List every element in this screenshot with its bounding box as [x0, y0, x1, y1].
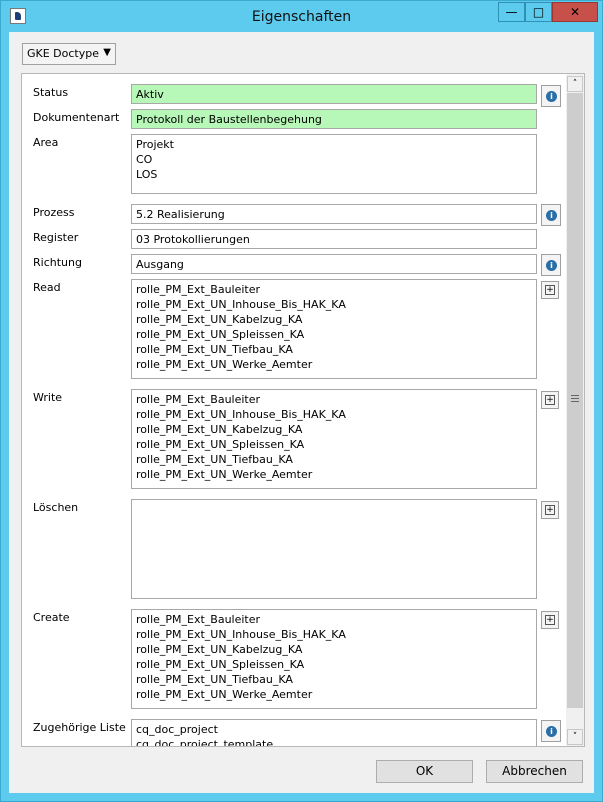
status-label: Status: [33, 86, 69, 99]
list-item[interactable]: rolle_PM_Ext_UN_Tiefbau_KA: [136, 672, 532, 687]
area-list[interactable]: Projekt CO LOS: [131, 134, 537, 194]
info-icon: i: [546, 91, 557, 102]
chevron-down-icon: ▼: [103, 47, 111, 58]
dokumentenart-label: Dokumentenart: [33, 111, 120, 124]
maximize-button[interactable]: □: [525, 2, 552, 22]
loeschen-label: Löschen: [33, 501, 79, 514]
title-bar[interactable]: Eigenschaften — □ ✕: [1, 1, 602, 31]
scroll-down-icon[interactable]: ˅: [567, 729, 583, 745]
list-item[interactable]: rolle_PM_Ext_UN_Tiefbau_KA: [136, 452, 532, 467]
list-item[interactable]: rolle_PM_Ext_UN_Kabelzug_KA: [136, 312, 532, 327]
richtung-field[interactable]: Ausgang: [131, 254, 537, 274]
list-item[interactable]: rolle_PM_Ext_UN_Kabelzug_KA: [136, 642, 532, 657]
minimize-button[interactable]: —: [498, 2, 525, 22]
plus-box-icon: +: [545, 285, 555, 295]
vertical-scrollbar[interactable]: ˄ ˅: [566, 74, 584, 746]
list-item[interactable]: rolle_PM_Ext_UN_Tiefbau_KA: [136, 342, 532, 357]
list-item[interactable]: rolle_PM_Ext_UN_Inhouse_Bis_HAK_KA: [136, 297, 532, 312]
list-item[interactable]: rolle_PM_Ext_UN_Spleissen_KA: [136, 437, 532, 452]
read-label: Read: [33, 281, 61, 294]
dialog-body: GKE Doctype ▼ Status Aktiv i Dokumentena…: [9, 32, 594, 793]
loeschen-list[interactable]: [131, 499, 537, 599]
write-list[interactable]: rolle_PM_Ext_Bauleiter rolle_PM_Ext_UN_I…: [131, 389, 537, 489]
prozess-value: 5.2 Realisierung: [136, 208, 225, 221]
dokumentenart-field[interactable]: Protokoll der Baustellenbegehung: [131, 109, 537, 129]
list-item[interactable]: rolle_PM_Ext_UN_Inhouse_Bis_HAK_KA: [136, 407, 532, 422]
area-label: Area: [33, 136, 59, 149]
list-item[interactable]: LOS: [136, 167, 532, 182]
list-item[interactable]: rolle_PM_Ext_UN_Werke_Aemter: [136, 687, 532, 702]
ok-button[interactable]: OK: [376, 760, 473, 783]
doctype-select[interactable]: GKE Doctype ▼: [22, 43, 116, 65]
list-item[interactable]: Projekt: [136, 137, 532, 152]
scroll-up-icon[interactable]: ˄: [567, 76, 583, 92]
richtung-info-button[interactable]: i: [541, 254, 561, 276]
register-label: Register: [33, 231, 79, 244]
list-item[interactable]: rolle_PM_Ext_Bauleiter: [136, 612, 532, 627]
prozess-label: Prozess: [33, 206, 75, 219]
write-add-button[interactable]: +: [541, 391, 559, 409]
zugehoerige-liste-info-button[interactable]: i: [541, 720, 561, 742]
create-add-button[interactable]: +: [541, 611, 559, 629]
write-label: Write: [33, 391, 63, 404]
list-item[interactable]: cq_doc_project_template: [136, 737, 532, 746]
list-item[interactable]: CO: [136, 152, 532, 167]
close-button[interactable]: ✕: [552, 2, 598, 22]
properties-window: Eigenschaften — □ ✕ GKE Doctype ▼ Status…: [0, 0, 603, 802]
info-icon: i: [546, 210, 557, 221]
list-item[interactable]: rolle_PM_Ext_UN_Spleissen_KA: [136, 657, 532, 672]
status-value: Aktiv: [136, 88, 164, 101]
plus-box-icon: +: [545, 395, 555, 405]
plus-box-icon: +: [545, 505, 555, 515]
richtung-label: Richtung: [33, 256, 82, 269]
status-field[interactable]: Aktiv: [131, 84, 537, 104]
list-item[interactable]: rolle_PM_Ext_UN_Werke_Aemter: [136, 467, 532, 482]
list-item[interactable]: rolle_PM_Ext_Bauleiter: [136, 282, 532, 297]
info-icon: i: [546, 726, 557, 737]
info-icon: i: [546, 260, 557, 271]
scrollbar-thumb[interactable]: [567, 93, 583, 708]
register-value: 03 Protokollierungen: [136, 233, 250, 246]
list-item[interactable]: rolle_PM_Ext_UN_Inhouse_Bis_HAK_KA: [136, 627, 532, 642]
zugehoerige-liste-list[interactable]: cq_doc_project cq_doc_project_template: [131, 719, 537, 746]
properties-panel: Status Aktiv i Dokumentenart Protokoll d…: [21, 73, 585, 747]
create-label: Create: [33, 611, 70, 624]
list-item[interactable]: cq_doc_project: [136, 722, 532, 737]
doctype-select-value: GKE Doctype: [27, 47, 100, 60]
dokumentenart-value: Protokoll der Baustellenbegehung: [136, 113, 322, 126]
create-list[interactable]: rolle_PM_Ext_Bauleiter rolle_PM_Ext_UN_I…: [131, 609, 537, 709]
status-info-button[interactable]: i: [541, 85, 561, 107]
prozess-info-button[interactable]: i: [541, 204, 561, 226]
register-field[interactable]: 03 Protokollierungen: [131, 229, 537, 249]
zugehoerige-liste-label: Zugehörige Liste: [33, 721, 126, 734]
read-list[interactable]: rolle_PM_Ext_Bauleiter rolle_PM_Ext_UN_I…: [131, 279, 537, 379]
plus-box-icon: +: [545, 615, 555, 625]
read-add-button[interactable]: +: [541, 281, 559, 299]
list-item[interactable]: rolle_PM_Ext_UN_Kabelzug_KA: [136, 422, 532, 437]
prozess-field[interactable]: 5.2 Realisierung: [131, 204, 537, 224]
list-item[interactable]: rolle_PM_Ext_UN_Werke_Aemter: [136, 357, 532, 372]
cancel-button[interactable]: Abbrechen: [486, 760, 583, 783]
grip-icon: [571, 395, 579, 402]
list-item[interactable]: rolle_PM_Ext_Bauleiter: [136, 392, 532, 407]
loeschen-add-button[interactable]: +: [541, 501, 559, 519]
richtung-value: Ausgang: [136, 258, 184, 271]
list-item[interactable]: rolle_PM_Ext_UN_Spleissen_KA: [136, 327, 532, 342]
